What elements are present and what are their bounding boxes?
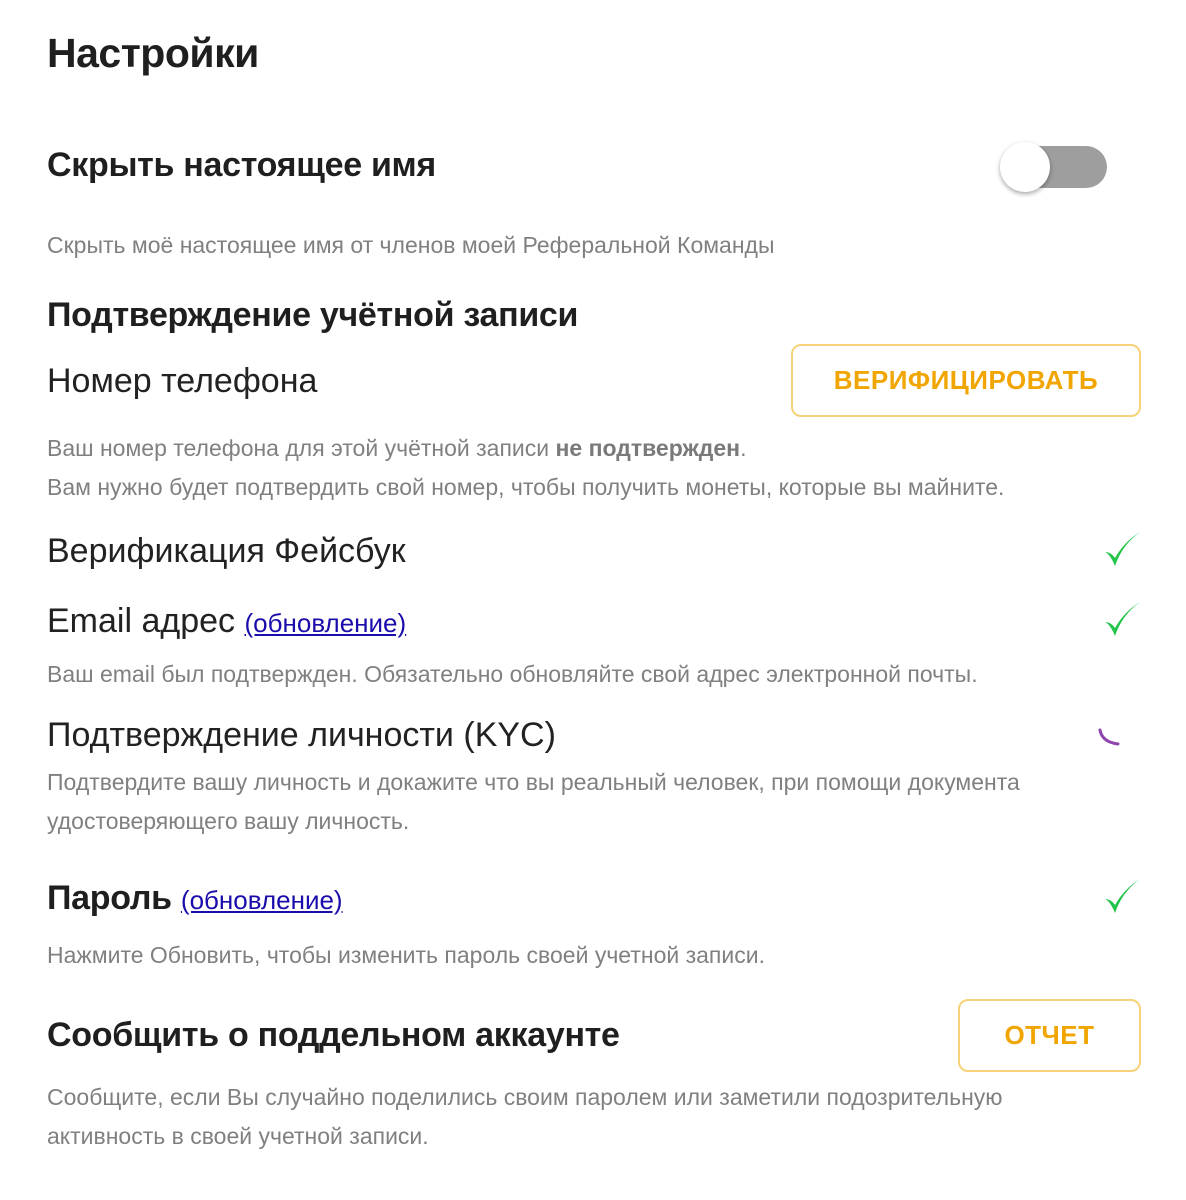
phone-description: Ваш номер телефона для этой учётной запи… — [47, 429, 746, 467]
phone-desc-end: . — [740, 435, 747, 461]
password-update-link[interactable]: (обновление) — [181, 885, 343, 915]
report-description-line2: активность в своей учетной записи. — [47, 1123, 429, 1149]
email-description: Ваш email был подтвержден. Обязательно о… — [47, 661, 978, 687]
password-title: Пароль — [47, 879, 172, 917]
report-title: Сообщить о поддельном аккаунте — [47, 1016, 620, 1054]
phone-desc-text: Ваш номер телефона для этой учётной запи… — [47, 435, 556, 461]
hide-name-description: Скрыть моё настоящее имя от членов моей … — [47, 232, 775, 258]
email-label: Email адрес — [47, 602, 236, 640]
password-check-icon — [1105, 879, 1140, 913]
facebook-check-icon — [1105, 532, 1140, 566]
kyc-label: Подтверждение личности (KYC) — [47, 716, 556, 754]
report-description-line1: Сообщите, если Вы случайно поделились св… — [47, 1084, 1003, 1110]
email-label-row: Email адрес (обновление) — [47, 602, 406, 641]
password-row: Пароль (обновление) — [47, 879, 343, 918]
report-button[interactable]: ОТЧЕТ — [958, 999, 1141, 1072]
kyc-description-line1: Подтвердите вашу личность и докажите что… — [47, 769, 1020, 795]
toggle-knob — [1000, 142, 1050, 192]
page-title: Настройки — [47, 30, 259, 76]
hide-name-toggle[interactable] — [1000, 142, 1107, 192]
phone-desc-status: не подтвержден — [555, 435, 741, 461]
email-update-link[interactable]: (обновление) — [244, 608, 406, 638]
password-description: Нажмите Обновить, чтобы изменить пароль … — [47, 942, 765, 968]
facebook-label: Верификация Фейсбук — [47, 532, 406, 570]
kyc-spinner-icon — [1098, 728, 1120, 746]
hide-name-title: Скрыть настоящее имя — [47, 146, 436, 184]
phone-description-line2: Вам нужно будет подтвердить свой номер, … — [47, 474, 1005, 500]
email-check-icon — [1105, 602, 1140, 636]
kyc-description-line2: удостоверяющего вашу личность. — [47, 808, 410, 834]
verify-phone-button[interactable]: ВЕРИФИЦИРОВАТЬ — [791, 344, 1141, 417]
verification-title: Подтверждение учётной записи — [47, 296, 579, 334]
phone-label: Номер телефона — [47, 362, 318, 400]
